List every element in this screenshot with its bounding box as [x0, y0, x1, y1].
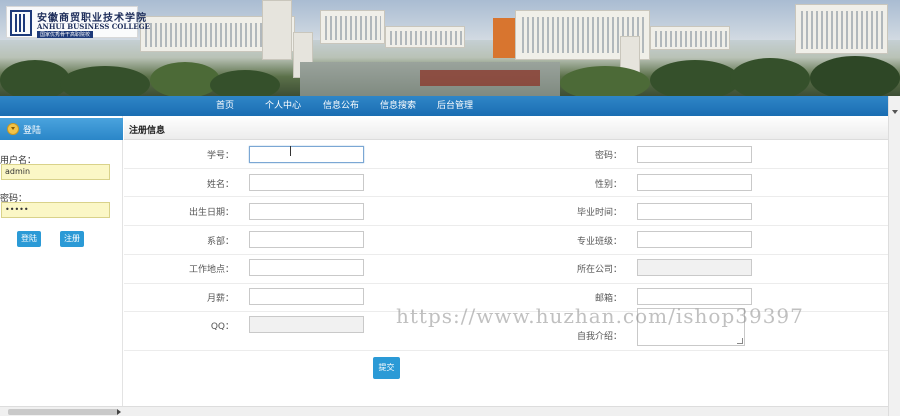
work-location-label: 工作地点：: [188, 265, 234, 275]
email-input[interactable]: [637, 288, 752, 305]
campus-banner: 安徽商贸职业技术学院 ANHUI BUSINESS COLLEGE 国家优秀骨干…: [0, 0, 900, 96]
birth-date-input[interactable]: [249, 203, 364, 220]
logo-english-name: ANHUI BUSINESS COLLEGE: [37, 22, 150, 31]
submit-button[interactable]: 提交: [373, 357, 400, 379]
self-intro-label: 自我介绍：: [576, 332, 622, 342]
nav-admin[interactable]: 后台管理: [437, 98, 473, 111]
nav-info-search[interactable]: 信息搜索: [380, 98, 416, 111]
registration-title: 注册信息: [129, 126, 166, 136]
username-input[interactable]: admin: [1, 164, 110, 180]
registration-header: 注册信息: [124, 118, 888, 140]
nav-personal-center[interactable]: 个人中心: [265, 98, 301, 111]
login-sidebar: 登陆 用户名： admin 密码： ••••• 登陆 注册: [0, 116, 123, 416]
scrollbar-thumb[interactable]: [8, 409, 118, 415]
name-label: 姓名：: [206, 180, 234, 190]
department-label: 系部：: [206, 237, 234, 247]
gender-label: 性别：: [594, 180, 622, 190]
name-input[interactable]: [249, 174, 364, 191]
major-class-input[interactable]: [637, 231, 752, 248]
gender-input[interactable]: [637, 174, 752, 191]
qq-label: QQ：: [210, 322, 234, 332]
company-input[interactable]: [637, 259, 752, 276]
login-panel-header: 登陆: [0, 118, 123, 140]
password-field-input[interactable]: [637, 146, 752, 163]
work-location-input[interactable]: [249, 259, 364, 276]
nav-home[interactable]: 首页: [216, 98, 234, 111]
logo-tagline: 国家优秀骨干高职院校: [37, 31, 94, 38]
login-button[interactable]: 登陆: [17, 231, 41, 247]
department-input[interactable]: [249, 231, 364, 248]
graduation-time-input[interactable]: [637, 203, 752, 220]
student-id-label: 学号：: [206, 151, 234, 161]
login-panel-title: 登陆: [23, 126, 42, 136]
scroll-right-icon[interactable]: [117, 409, 121, 415]
vertical-scrollbar[interactable]: [888, 96, 900, 416]
major-class-label: 专业班级：: [576, 237, 622, 247]
college-logo: 安徽商贸职业技术学院 ANHUI BUSINESS COLLEGE 国家优秀骨干…: [6, 6, 150, 38]
chevron-down-icon: [7, 123, 19, 135]
watermark-text: https://www.huzhan.com/ishop39397: [396, 304, 804, 328]
salary-input[interactable]: [249, 288, 364, 305]
horizontal-scrollbar[interactable]: [0, 406, 888, 416]
college-emblem-icon: [10, 10, 32, 36]
salary-label: 月薪：: [206, 294, 234, 304]
password-input[interactable]: •••••: [1, 202, 110, 218]
text-cursor-icon: [290, 146, 296, 156]
scroll-down-icon[interactable]: [892, 110, 898, 114]
registration-panel: 注册信息: [124, 116, 888, 416]
email-label: 邮箱：: [594, 294, 622, 304]
register-button[interactable]: 注册: [60, 231, 84, 247]
birth-date-label: 出生日期：: [188, 208, 234, 218]
main-nav: 首页 个人中心 信息公布 信息搜索 后台管理: [0, 96, 888, 116]
password-field-label: 密码：: [594, 151, 622, 161]
student-id-input[interactable]: [249, 146, 364, 163]
company-label: 所在公司：: [576, 265, 622, 275]
nav-info-publish[interactable]: 信息公布: [323, 98, 359, 111]
qq-input[interactable]: [249, 316, 364, 333]
graduation-time-label: 毕业时间：: [576, 208, 622, 218]
